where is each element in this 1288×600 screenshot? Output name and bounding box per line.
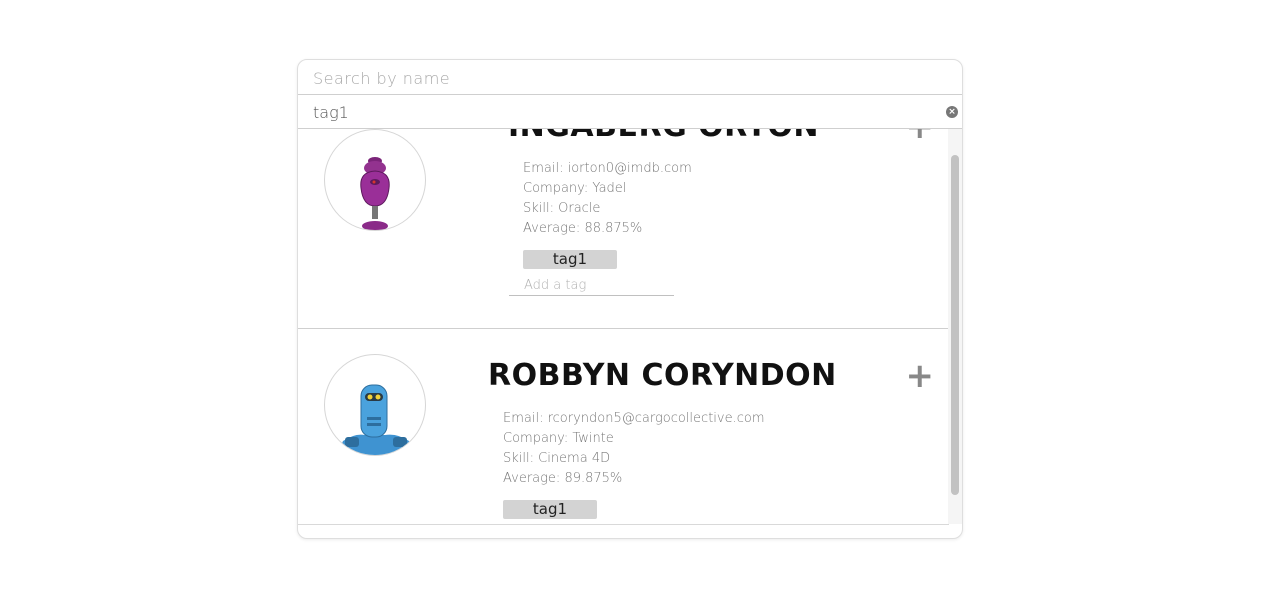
student-company: Company: Twinte <box>503 431 614 446</box>
student-average: Average: 89.875% <box>503 471 623 486</box>
student-average: Average: 88.875% <box>523 221 643 236</box>
students-card: Search by name tag1 × INGABERG ORTON + <box>297 59 963 539</box>
expand-button[interactable]: + <box>906 129 935 144</box>
tag-search-input[interactable]: tag1 <box>313 103 349 122</box>
purple-robot-avatar-icon <box>324 129 426 231</box>
student-details: Email: iorton0@imdb.com Company: Yadel S… <box>523 159 692 239</box>
student-company: Company: Yadel <box>523 181 627 196</box>
clear-icon[interactable]: × <box>946 106 958 118</box>
blue-robot-avatar-icon <box>324 354 426 456</box>
student-name: INGABERG ORTON <box>508 129 819 144</box>
student-item: INGABERG ORTON + Email: iorton0@imdb.com… <box>298 129 948 329</box>
student-email: Email: iorton0@imdb.com <box>523 161 692 176</box>
scrollbar-thumb[interactable] <box>951 155 959 495</box>
add-tag-input[interactable]: Add a tag <box>509 276 674 296</box>
student-name: ROBBYN CORYNDON <box>488 358 837 393</box>
student-email: Email: rcoryndon5@cargocollective.com <box>503 411 765 426</box>
student-item: ROBBYN CORYNDON + Email: rcoryndon5@carg… <box>298 329 948 524</box>
tag-chip: tag1 <box>503 500 597 519</box>
student-skill: Skill: Oracle <box>523 201 601 216</box>
tag-search-row[interactable]: tag1 × <box>298 94 962 129</box>
name-search-row[interactable]: Search by name <box>298 60 962 95</box>
student-skill: Skill: Cinema 4D <box>503 451 611 466</box>
student-list[interactable]: INGABERG ORTON + Email: iorton0@imdb.com… <box>298 129 949 525</box>
student-details: Email: rcoryndon5@cargocollective.com Co… <box>503 409 765 489</box>
tag-chip: tag1 <box>523 250 617 269</box>
name-search-input[interactable]: Search by name <box>313 69 450 88</box>
expand-button[interactable]: + <box>906 359 935 393</box>
